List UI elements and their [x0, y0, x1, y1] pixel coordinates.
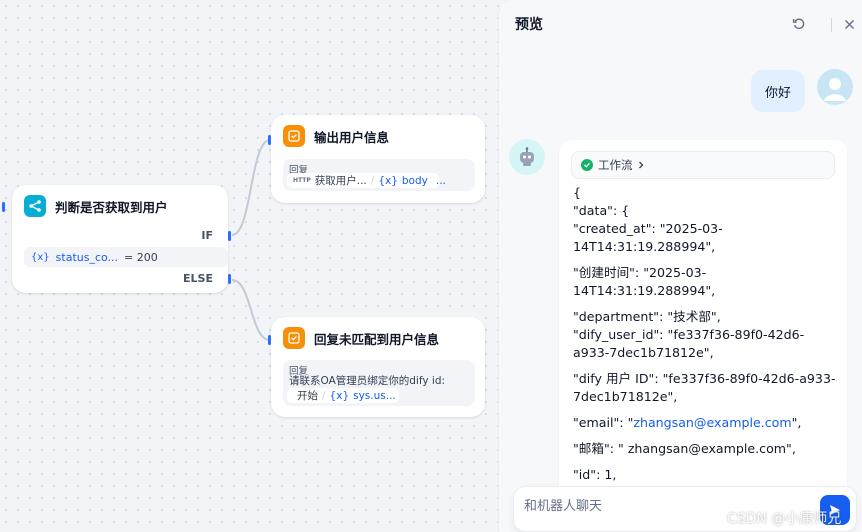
- user-message-bubble: 你好: [751, 70, 805, 112]
- node-title: 输出用户信息: [314, 129, 390, 145]
- output-user-info-node[interactable]: 输出用户信息 回复 HTTP 获取用户... / {x} body ...: [268, 115, 485, 203]
- user-message-text: 你好: [764, 85, 791, 101]
- reply-icon: [283, 327, 305, 349]
- robot-icon: [509, 139, 545, 175]
- preview-panel: 预览 你好 工作流 { "data": { "created_at": "202…: [498, 0, 862, 532]
- json-line: "创建时间": "2025-03-14T14:31:19.288994",: [573, 265, 716, 298]
- edge-else-to-unmatched: [231, 279, 271, 341]
- json-line-email: "email": "zhangsan@example.com",: [573, 414, 837, 432]
- if-branch-label: IF: [201, 229, 213, 242]
- json-line: "data": {: [573, 203, 630, 218]
- if-source-handle[interactable]: [228, 231, 231, 241]
- unmatched-reply-node[interactable]: 回复未匹配到用户信息 回复 请联系OA管理员绑定你的dify id: 开始 / …: [268, 317, 485, 417]
- workflow-label: 工作流: [598, 158, 633, 172]
- else-branch-label: ELSE: [183, 272, 213, 285]
- reply-text: 请联系OA管理员绑定你的dify id:: [289, 375, 446, 387]
- close-icon: [844, 19, 854, 29]
- watermark-text: CSDN @小康师兄: [727, 511, 842, 527]
- variable-reference-pill[interactable]: 开始 / {x} sys.us...: [287, 388, 399, 403]
- branch-icon: [24, 195, 46, 217]
- target-handle[interactable]: [268, 335, 271, 345]
- json-line: "dify_user_id": "fe337f36-89f0-42d6-a933…: [573, 327, 805, 360]
- target-handle[interactable]: [2, 202, 5, 212]
- reply-content: 回复 HTTP 获取用户... / {x} body ...: [283, 159, 475, 191]
- separator: /: [322, 389, 326, 402]
- http-badge: HTTP: [293, 177, 311, 184]
- edge-if-to-output: [231, 139, 271, 236]
- if-else-node[interactable]: 判断是否获取到用户 IF {x} status_co... = 200 ELSE: [2, 185, 231, 293]
- reply-content: 回复 请联系OA管理员绑定你的dify id: 开始 / {x} sys.us.…: [283, 360, 475, 406]
- workflow-process-toggle[interactable]: 工作流: [571, 151, 835, 179]
- condition-operator: = 200: [124, 250, 158, 264]
- variable-icon: {x}: [31, 251, 50, 263]
- json-line: "dify 用户 ID": "fe337f36-89f0-42d6-a933-7…: [573, 371, 836, 404]
- bot-answer-card: 工作流 { "data": { "created_at": "2025-03-1…: [559, 140, 847, 532]
- node-title: 判断是否获取到用户: [55, 199, 168, 215]
- panel-title: 预览: [515, 17, 543, 33]
- reply-icon: [283, 125, 305, 147]
- condition-variable: status_co...: [55, 250, 119, 264]
- target-handle[interactable]: [268, 135, 271, 145]
- chevron-right-icon: [637, 158, 645, 172]
- condition-row[interactable]: {x} status_co... = 200: [24, 247, 228, 267]
- json-tail: ",: [791, 415, 802, 430]
- variable-icon: {x}: [329, 389, 350, 402]
- close-button[interactable]: [841, 16, 857, 32]
- else-source-handle[interactable]: [228, 274, 231, 284]
- json-line: "created_at": "2025-03-14T14:31:19.28899…: [573, 221, 723, 254]
- user-avatar: [817, 69, 853, 105]
- json-line: {: [573, 185, 582, 200]
- check-circle-icon: [581, 159, 593, 171]
- json-line: "id": 1,: [573, 467, 617, 482]
- variable-icon: {x}: [378, 174, 398, 187]
- workflow-canvas[interactable]: 判断是否获取到用户 IF {x} status_co... = 200 ELSE…: [0, 0, 500, 532]
- refresh-icon: [792, 18, 805, 30]
- header-divider: [831, 18, 832, 32]
- variable-name: body: [401, 174, 428, 187]
- json-key: "email": ": [573, 415, 634, 430]
- source-node-name: 开始: [297, 390, 318, 402]
- variable-name: sys.us...: [353, 389, 396, 402]
- separator: /: [370, 174, 375, 187]
- node-title: 回复未匹配到用户信息: [314, 331, 440, 347]
- source-node-name: 获取用户...: [314, 175, 367, 187]
- variable-reference-pill[interactable]: HTTP 获取用户... / {x} body ...: [287, 173, 446, 188]
- email-link[interactable]: zhangsan@example.com: [633, 415, 791, 430]
- refresh-button[interactable]: [791, 16, 807, 32]
- answer-content: { "data": { "created_at": "2025-03-14T14…: [573, 184, 837, 492]
- json-line: "department": "技术部",: [573, 309, 721, 324]
- variable-more: ...: [435, 174, 446, 187]
- json-line: "邮箱": " zhangsan@example.com",: [573, 441, 796, 456]
